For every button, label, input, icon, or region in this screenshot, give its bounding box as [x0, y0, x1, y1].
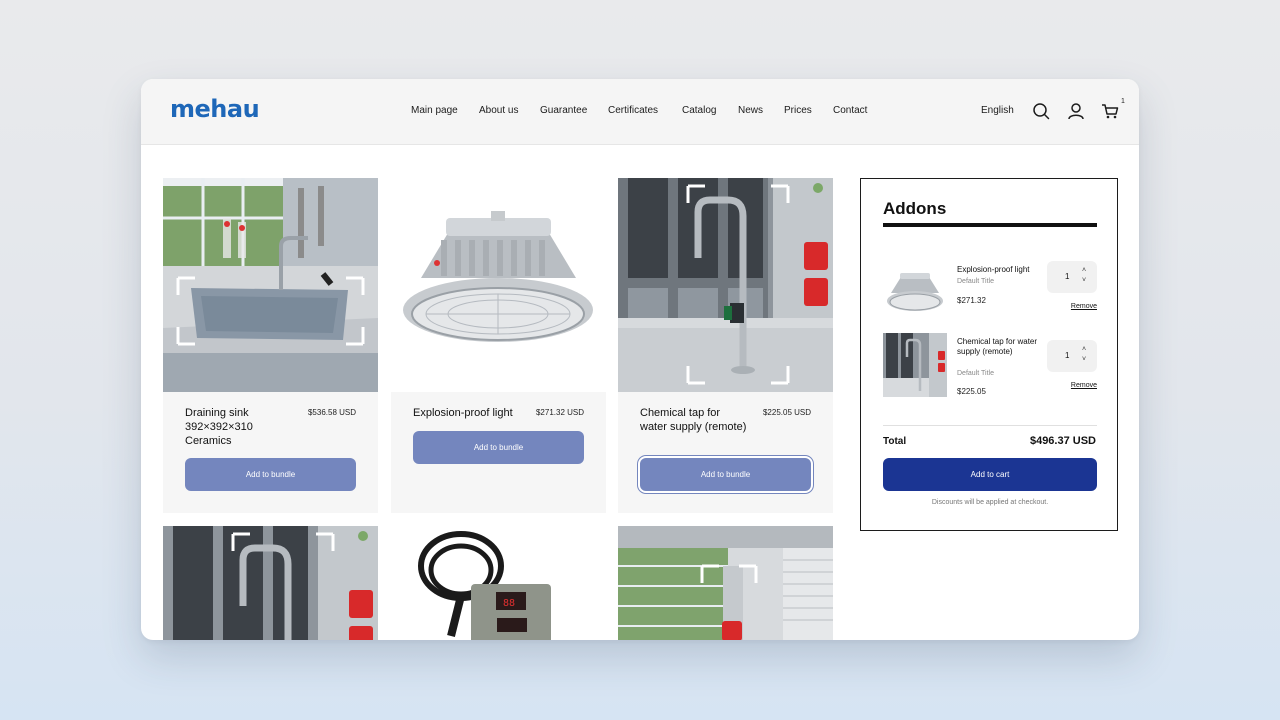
- nav-certificates[interactable]: Certificates: [608, 105, 658, 116]
- product-image-tap[interactable]: [618, 178, 833, 392]
- quantity-stepper[interactable]: 1 ˄ ˅: [1047, 340, 1097, 372]
- addon-price: $225.05: [957, 387, 986, 396]
- addon-name[interactable]: Chemical tap for water supply (remote): [957, 337, 1047, 357]
- discount-note: Discounts will be applied at checkout.: [931, 499, 1049, 506]
- addon-variant: Default Title: [957, 278, 994, 285]
- addons-title: Addons: [883, 199, 947, 218]
- chevron-down-icon[interactable]: ˅: [1082, 356, 1086, 363]
- browser-window: mehau Main page About us Guarantee Certi…: [141, 79, 1139, 640]
- addon-thumb-light: [883, 261, 947, 325]
- nav-prices[interactable]: Prices: [784, 105, 812, 116]
- addon-item: Chemical tap for water supply (remote) D…: [883, 333, 1097, 399]
- product-card: Explosion-proof light $271.32 USD Add to…: [391, 178, 606, 513]
- add-to-bundle-button[interactable]: Add to bundle: [185, 458, 356, 491]
- nav-about-us[interactable]: About us: [479, 105, 518, 116]
- remove-link[interactable]: Remove: [1071, 382, 1097, 389]
- product-price: $271.32 USD: [535, 408, 584, 417]
- chevron-down-icon[interactable]: ˅: [1082, 277, 1086, 284]
- addon-item: Explosion-proof light Default Title $271…: [883, 261, 1097, 327]
- addon-variant: Default Title: [957, 370, 994, 377]
- product-image-sink[interactable]: [163, 178, 378, 392]
- addons-panel: Addons Explosion-proof light Default Tit…: [860, 178, 1118, 531]
- product-price: $225.05 USD: [762, 408, 811, 417]
- addons-title-underline: [883, 223, 1097, 227]
- product-name[interactable]: Explosion-proof light: [413, 406, 543, 420]
- cart-icon[interactable]: [1101, 102, 1119, 120]
- product-name[interactable]: Chemical tap for water supply (remote): [640, 406, 750, 434]
- product-image-tap-2[interactable]: [163, 526, 378, 640]
- product-image-light[interactable]: [391, 178, 606, 392]
- quantity-stepper[interactable]: 1 ˄ ˅: [1047, 261, 1097, 293]
- quantity-value: 1: [1065, 351, 1070, 360]
- nav-catalog[interactable]: Catalog: [682, 105, 716, 116]
- nav-guarantee[interactable]: Guarantee: [540, 105, 587, 116]
- addon-name[interactable]: Explosion-proof light: [957, 265, 1047, 275]
- add-to-cart-button[interactable]: Add to cart: [883, 458, 1097, 491]
- cart-count-badge: 1: [1121, 98, 1125, 105]
- addon-price: $271.32: [957, 296, 986, 305]
- product-name[interactable]: Draining sink 392×392×310 Ceramics: [185, 406, 295, 448]
- quantity-value: 1: [1065, 272, 1070, 281]
- divider: [883, 425, 1097, 426]
- chevron-up-icon[interactable]: ˄: [1082, 267, 1086, 274]
- language-selector[interactable]: English: [981, 105, 1014, 116]
- product-image-controller[interactable]: 88: [391, 526, 606, 640]
- add-to-bundle-button[interactable]: Add to bundle: [413, 431, 584, 464]
- remove-link[interactable]: Remove: [1071, 303, 1097, 310]
- total-label: Total: [883, 436, 907, 447]
- add-to-bundle-button[interactable]: Add to bundle: [640, 458, 811, 491]
- search-icon[interactable]: [1032, 102, 1050, 120]
- nav-news[interactable]: News: [738, 105, 763, 116]
- product-image-cabinet[interactable]: [618, 526, 833, 640]
- site-header: mehau Main page About us Guarantee Certi…: [141, 79, 1139, 145]
- nav-contact[interactable]: Contact: [833, 105, 867, 116]
- product-card: Draining sink 392×392×310 Ceramics $536.…: [163, 178, 378, 513]
- svg-text:88: 88: [503, 598, 515, 609]
- addon-thumb-tap: [883, 333, 947, 397]
- chevron-up-icon[interactable]: ˄: [1082, 346, 1086, 353]
- user-icon[interactable]: [1067, 102, 1085, 120]
- product-price: $536.58 USD: [307, 408, 356, 417]
- total-value: $496.37 USD: [1029, 435, 1096, 447]
- nav-main-page[interactable]: Main page: [411, 105, 458, 116]
- product-card: Chemical tap for water supply (remote) $…: [618, 178, 833, 513]
